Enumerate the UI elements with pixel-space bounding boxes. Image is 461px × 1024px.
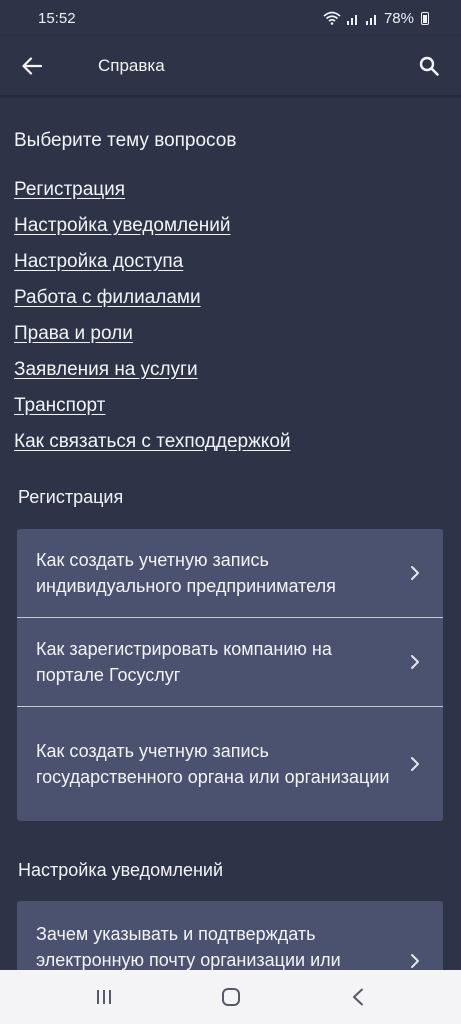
recent-apps-button[interactable] — [74, 970, 134, 1024]
topic-link-support[interactable]: Как связаться с техподдержкой — [14, 424, 291, 460]
chevron-right-icon — [411, 655, 419, 669]
status-time: 15:52 — [38, 9, 76, 27]
home-button[interactable] — [201, 970, 261, 1024]
search-icon — [419, 56, 439, 76]
faq-item-label: Как зарегистрировать компанию на портале… — [36, 639, 332, 685]
faq-item[interactable]: Как зарегистрировать компанию на портале… — [17, 618, 443, 707]
faq-item[interactable]: Как создать учетную запись индивидуально… — [17, 529, 443, 618]
wifi-icon — [323, 11, 341, 25]
topic-link-registration[interactable]: Регистрация — [14, 172, 291, 208]
back-icon — [352, 988, 363, 1006]
notifications-card: Зачем указывать и подтверждать электронн… — [17, 901, 443, 970]
signal-icon — [346, 14, 357, 25]
back-arrow-icon — [22, 56, 42, 75]
topic-link-applications[interactable]: Заявления на услуги — [14, 352, 291, 388]
back-button[interactable] — [0, 36, 64, 96]
section-title-notifications: Настройка уведомлений — [18, 860, 224, 880]
chevron-right-icon — [411, 566, 419, 580]
battery-percent: 78% — [383, 9, 414, 27]
system-nav-bar — [0, 970, 461, 1024]
signal-icon-2 — [365, 14, 376, 25]
topic-link-access[interactable]: Настройка доступа — [14, 244, 291, 280]
recent-apps-icon — [96, 990, 111, 1004]
topic-links: Регистрация Настройка уведомлений Настро… — [14, 172, 291, 460]
faq-item-label: Зачем указывать и подтверждать электронн… — [36, 924, 341, 970]
topics-heading: Выберите тему вопросов — [14, 130, 237, 151]
faq-item-label: Как создать учетную запись государственн… — [36, 741, 390, 787]
battery-icon — [421, 11, 429, 25]
help-content[interactable]: Выберите тему вопросов Регистрация Настр… — [0, 97, 461, 970]
chevron-right-icon — [411, 954, 419, 968]
status-bar: 15:52 78% — [0, 0, 461, 36]
registration-card: Как создать учетную запись индивидуально… — [17, 529, 443, 821]
section-title-registration: Регистрация — [18, 487, 124, 507]
topic-link-notifications[interactable]: Настройка уведомлений — [14, 208, 291, 244]
topic-link-transport[interactable]: Транспорт — [14, 388, 291, 424]
home-icon — [221, 988, 240, 1006]
search-button[interactable] — [397, 36, 461, 96]
page-title: Справка — [98, 55, 165, 75]
system-back-button[interactable] — [328, 970, 388, 1024]
app-bar: Справка — [0, 36, 461, 96]
faq-item[interactable]: Как создать учетную запись государственн… — [17, 707, 443, 821]
faq-item-label: Как создать учетную запись индивидуально… — [36, 550, 336, 596]
chevron-right-icon — [411, 757, 419, 771]
faq-item[interactable]: Зачем указывать и подтверждать электронн… — [17, 901, 443, 970]
topic-link-roles[interactable]: Права и роли — [14, 316, 291, 352]
topic-link-branches[interactable]: Работа с филиалами — [14, 280, 291, 316]
status-icons: 78% — [323, 10, 429, 27]
